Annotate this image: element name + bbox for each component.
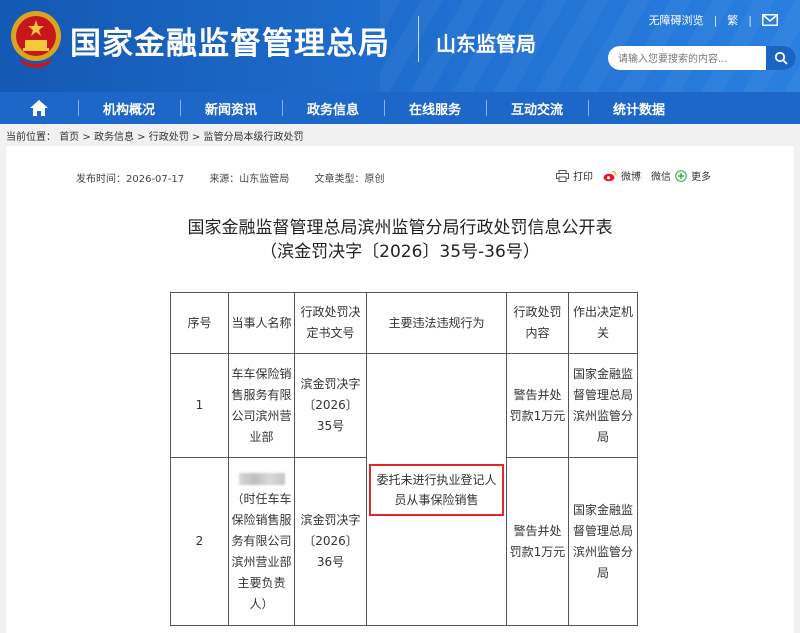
table-row: 1 车车保险销售服务有限公司滨州营业部 滨金罚决字〔2026〕35号 委托未进行…	[170, 353, 638, 626]
header-party: 当事人名称	[228, 292, 295, 354]
header-index: 序号	[170, 292, 229, 354]
home-button[interactable]	[0, 92, 78, 124]
breadcrumb-penalty[interactable]: 行政处罚	[149, 132, 189, 143]
print-link[interactable]: 打印	[573, 168, 593, 183]
nav-item-gov-info[interactable]: 政务信息	[282, 99, 384, 118]
national-emblem-icon	[11, 11, 61, 68]
traditional-chinese-link[interactable]: 繁	[727, 12, 738, 28]
document-title: 国家金融监督管理总局滨州监管分局行政处罚信息公开表 （滨金罚决字〔2026〕35…	[6, 216, 794, 264]
row-party: 车车保险销售服务有限公司滨州营业部	[228, 353, 295, 458]
row-penalty: 警告并处罚款1万元	[506, 457, 569, 626]
row-doc-no: 滨金罚决字〔2026〕36号	[294, 457, 367, 626]
more-link[interactable]: 更多	[691, 168, 711, 183]
row-penalty: 警告并处罚款1万元	[506, 353, 569, 458]
row-index: 2	[170, 457, 229, 626]
print-icon[interactable]	[556, 169, 569, 182]
search-box	[608, 46, 796, 70]
accessibility-link[interactable]: 无障碍浏览	[649, 12, 704, 28]
row-violation-cell: 委托未进行执业登记人员从事保险销售	[366, 353, 507, 626]
breadcrumb-branch-penalty[interactable]: 监管分局本级行政处罚	[203, 132, 303, 143]
nav-item-interaction[interactable]: 互动交流	[486, 99, 588, 118]
wechat-link[interactable]: 微信	[651, 168, 671, 183]
article-panel: 发布时间：2026-07-17 来源：山东监管局 文章类型：原创 打印 微博 微…	[6, 146, 794, 633]
row-authority: 国家金融监督管理总局滨州监管分局	[568, 457, 638, 626]
header-doc-no: 行政处罚决定书文号	[294, 292, 367, 354]
article-type: 文章类型：原创	[314, 174, 385, 185]
title-line-1: 国家金融监督管理总局滨州监管分局行政处罚信息公开表	[187, 218, 613, 238]
top-links: 无障碍浏览 | 繁 |	[649, 12, 778, 28]
site-header: 国家金融监督管理总局 山东监管局 无障碍浏览 | 繁 |	[0, 0, 800, 92]
site-title[interactable]: 国家金融监督管理总局	[70, 18, 390, 63]
row-doc-no: 滨金罚决字〔2026〕35号	[294, 353, 367, 458]
branch-name[interactable]: 山东监管局	[436, 28, 536, 57]
header-violation: 主要违法违规行为	[366, 292, 507, 354]
penalty-table: 序号 当事人名称 行政处罚决定书文号 主要违法违规行为 行政处罚内容 作出决定机…	[170, 292, 638, 626]
highlighted-violation: 委托未进行执业登记人员从事保险销售	[369, 463, 504, 516]
title-divider	[418, 16, 419, 62]
nav-item-org[interactable]: 机构概况	[78, 99, 180, 118]
main-nav: 机构概况 新闻资讯 政务信息 在线服务 互动交流 统计数据	[0, 92, 800, 124]
home-icon	[30, 100, 48, 116]
weibo-icon[interactable]	[603, 170, 617, 182]
search-button[interactable]	[766, 46, 796, 70]
breadcrumb-gov-info[interactable]: 政务信息	[94, 132, 134, 143]
more-icon[interactable]	[675, 169, 687, 182]
row-authority: 国家金融监督管理总局滨州监管分局	[568, 353, 638, 458]
article-source: 来源：山东监管局	[209, 174, 290, 185]
mail-icon[interactable]	[762, 14, 778, 26]
header-authority: 作出决定机关	[568, 292, 638, 354]
header-penalty: 行政处罚内容	[506, 292, 569, 354]
nav-item-statistics[interactable]: 统计数据	[588, 99, 690, 118]
breadcrumb-home[interactable]: 首页	[59, 132, 79, 143]
row-party-cell: （时任车车保险销售服务有限公司滨州营业部主要负责人）	[228, 457, 295, 626]
breadcrumb-prefix: 当前位置：	[6, 132, 56, 143]
weibo-link[interactable]: 微博	[621, 168, 641, 183]
row-index: 1	[170, 353, 229, 458]
table-header-row: 序号 当事人名称 行政处罚决定书文号 主要违法违规行为 行政处罚内容 作出决定机…	[170, 292, 638, 354]
title-line-2: （滨金罚决字〔2026〕35号-36号）	[260, 242, 540, 262]
breadcrumb: 当前位置： 首页 > 政务信息 > 行政处罚 > 监管分局本级行政处罚	[6, 132, 304, 143]
search-input[interactable]	[616, 48, 765, 70]
search-icon	[774, 51, 788, 65]
row-party: （时任车车保险销售服务有限公司滨州营业部主要负责人）	[231, 492, 292, 611]
nav-item-online-service[interactable]: 在线服务	[384, 99, 486, 118]
publish-time: 发布时间：2026-07-17	[76, 174, 185, 185]
nav-item-news[interactable]: 新闻资讯	[180, 99, 282, 118]
share-bar: 打印 微博 微信 更多	[556, 168, 711, 183]
article-meta: 发布时间：2026-07-17 来源：山东监管局 文章类型：原创	[76, 170, 407, 185]
redacted-name	[238, 472, 285, 485]
